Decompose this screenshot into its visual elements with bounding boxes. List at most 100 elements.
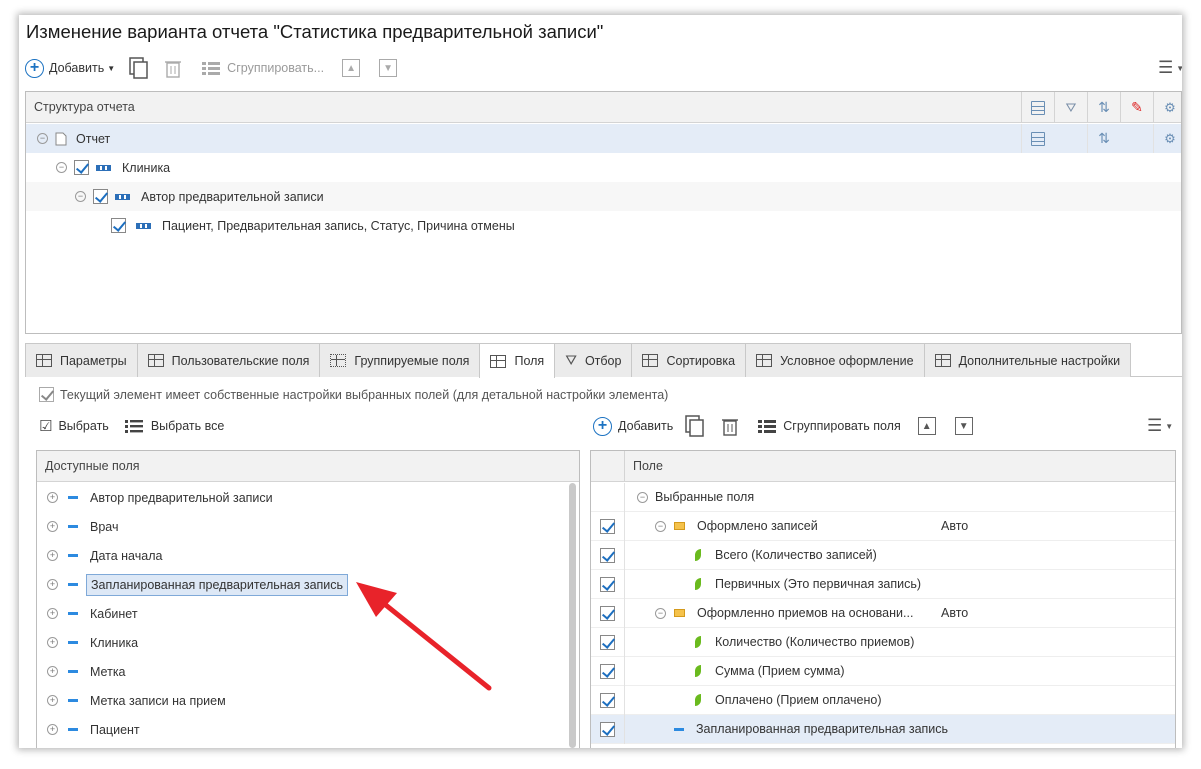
settings-icon: ⚙ xyxy=(1164,99,1176,115)
available-field-label: Клиника xyxy=(90,635,139,650)
own-settings-label: Текущий элемент имеет собственные настро… xyxy=(60,387,669,402)
checkbox-cell xyxy=(591,511,625,541)
available-field-row[interactable]: + Запланированная предварительная запись xyxy=(37,570,579,599)
available-field-row[interactable]: + Врач xyxy=(37,512,579,541)
checkbox-checked-icon[interactable] xyxy=(600,605,615,621)
available-field-row[interactable]: + Метка записи на прием xyxy=(37,686,579,715)
fields-column-icon xyxy=(1031,100,1045,115)
selected-field-row[interactable]: Оплачено (Прием оплачено) xyxy=(591,685,1175,715)
expand-toggle-icon[interactable]: + xyxy=(47,724,58,735)
tab-label: Дополнительные настройки xyxy=(958,353,1121,368)
tab-grouping-fields[interactable]: Группируемые поля xyxy=(319,343,481,377)
structure-row-report[interactable]: − Отчет ⇅ ⚙ xyxy=(26,124,1181,153)
expand-toggle-icon[interactable]: + xyxy=(47,579,58,590)
collapse-toggle-icon[interactable]: − xyxy=(655,520,666,532)
available-field-label: Врач xyxy=(90,519,119,534)
own-settings-checkbox[interactable]: Текущий элемент имеет собственные настро… xyxy=(39,387,668,402)
group-button-label: Сгруппировать... xyxy=(227,61,325,75)
structure-row-clinic[interactable]: − Клиника xyxy=(26,153,1181,182)
window-title: Изменение варианта отчета "Статистика пр… xyxy=(26,21,604,42)
collapse-toggle-icon[interactable]: − xyxy=(637,491,648,503)
checkbox-checked-icon[interactable] xyxy=(600,576,615,592)
available-field-row[interactable]: + Клиника xyxy=(37,628,579,657)
checkbox-checked-icon[interactable] xyxy=(600,518,615,534)
selected-group-row[interactable]: − Оформленно приемов на основани... Авто xyxy=(591,598,1175,628)
sorting-icon xyxy=(642,354,659,367)
delete-field-button[interactable] xyxy=(722,413,739,439)
structure-col-sort[interactable]: ⇅ xyxy=(1087,92,1120,123)
move-down-button[interactable]: ▼ xyxy=(379,55,398,81)
available-field-row[interactable]: + Пациент xyxy=(37,715,579,744)
checkbox-checked-icon[interactable] xyxy=(74,160,89,175)
checkbox-checked-icon[interactable] xyxy=(600,547,615,563)
group-fields-button-label: Сгруппировать поля xyxy=(783,419,901,433)
field-icon xyxy=(674,727,684,731)
structure-row-details[interactable]: Пациент, Предварительная запись, Статус,… xyxy=(26,211,1181,240)
tab-conditional-format[interactable]: Условное оформление xyxy=(745,343,925,377)
selected-field-row[interactable]: Количество (Количество приемов) xyxy=(591,627,1175,657)
tab-additional-settings[interactable]: Дополнительные настройки xyxy=(923,343,1132,377)
checkbox-checked-icon[interactable] xyxy=(600,692,615,708)
delete-button[interactable] xyxy=(165,55,182,81)
structure-cell-settings[interactable]: ⚙ xyxy=(1153,124,1181,153)
selected-group-row[interactable]: − Оформлено записей Авто xyxy=(591,511,1175,541)
expand-toggle-icon[interactable]: + xyxy=(47,608,58,619)
collapse-toggle-icon[interactable]: − xyxy=(56,162,67,173)
field-icon xyxy=(68,496,78,499)
collapse-toggle-icon[interactable]: − xyxy=(37,133,48,144)
expand-toggle-icon[interactable]: + xyxy=(47,550,58,561)
checkbox-checked-icon[interactable] xyxy=(93,189,108,204)
checkbox-checked-icon[interactable] xyxy=(111,218,126,233)
group-fields-button[interactable]: Сгруппировать поля xyxy=(758,413,901,439)
checkbox-checked-icon[interactable] xyxy=(600,634,615,650)
expand-toggle-icon[interactable]: + xyxy=(47,666,58,677)
checkbox-checked-icon[interactable] xyxy=(600,721,615,737)
available-field-row[interactable]: + Кабинет xyxy=(37,599,579,628)
available-field-row[interactable]: + Автор предварительной записи xyxy=(37,483,579,512)
fields-more-menu-button[interactable]: ☰ ▼ xyxy=(1147,413,1173,439)
available-field-row[interactable]: + Метка xyxy=(37,657,579,686)
structure-col-settings[interactable]: ⚙ xyxy=(1153,92,1181,123)
structure-cell-sort[interactable]: ⇅ xyxy=(1087,124,1120,153)
selected-field-row[interactable]: Сумма (Прием сумма) xyxy=(591,656,1175,686)
select-button[interactable]: ☑ Выбрать xyxy=(39,413,109,439)
copy-field-button[interactable] xyxy=(685,413,705,439)
structure-col-conditional[interactable]: ✎ xyxy=(1120,92,1153,123)
selected-field-label: Оформленно приемов на основани... xyxy=(697,606,914,620)
structure-col-filter[interactable]: ⛛ xyxy=(1054,92,1087,123)
tab-user-fields[interactable]: Пользовательские поля xyxy=(136,343,321,377)
structure-row-author[interactable]: − Автор предварительной записи xyxy=(26,182,1181,211)
copy-button[interactable] xyxy=(129,55,149,81)
expand-toggle-icon[interactable]: + xyxy=(47,492,58,503)
collapse-toggle-icon[interactable]: − xyxy=(655,607,666,619)
checkbox-checked-icon[interactable] xyxy=(600,663,615,679)
add-field-button-label: Добавить xyxy=(618,419,674,433)
available-field-row[interactable]: + Дата начала xyxy=(37,541,579,570)
expand-toggle-icon[interactable]: + xyxy=(47,637,58,648)
folder-icon xyxy=(674,609,685,617)
group-list-icon xyxy=(202,62,221,75)
structure-col-fields[interactable] xyxy=(1021,92,1054,123)
select-all-button[interactable]: Выбрать все xyxy=(124,413,224,439)
tab-parameters[interactable]: Параметры xyxy=(25,343,138,377)
copy-icon xyxy=(129,57,148,79)
expand-toggle-icon[interactable]: + xyxy=(47,695,58,706)
move-down-button[interactable]: ▼ xyxy=(954,413,973,439)
group-button[interactable]: Сгруппировать... xyxy=(202,55,324,81)
add-button[interactable]: + Добавить ▼ xyxy=(25,55,115,81)
chevron-down-icon: ▼ xyxy=(954,417,973,435)
selected-field-row[interactable]: Всего (Количество записей) xyxy=(591,540,1175,570)
tab-fields[interactable]: Поля xyxy=(479,343,556,378)
expand-toggle-icon[interactable]: + xyxy=(47,521,58,532)
selected-fields-root[interactable]: − Выбранные поля xyxy=(591,482,1175,512)
more-menu-button[interactable]: ☰ ▼ xyxy=(1158,55,1182,81)
selected-field-row[interactable]: Запланированная предварительная запись xyxy=(591,714,1175,744)
move-up-button[interactable]: ▲ xyxy=(342,55,361,81)
selected-field-row[interactable]: Первичных (Это первичная запись) xyxy=(591,569,1175,599)
structure-cell-fields[interactable] xyxy=(1021,124,1054,153)
tab-filter[interactable]: ⛛ Отбор xyxy=(554,343,633,377)
add-field-button[interactable]: + Добавить xyxy=(593,413,673,439)
collapse-toggle-icon[interactable]: − xyxy=(75,191,86,202)
tab-sorting[interactable]: Сортировка xyxy=(631,343,747,377)
move-up-button[interactable]: ▲ xyxy=(917,413,936,439)
